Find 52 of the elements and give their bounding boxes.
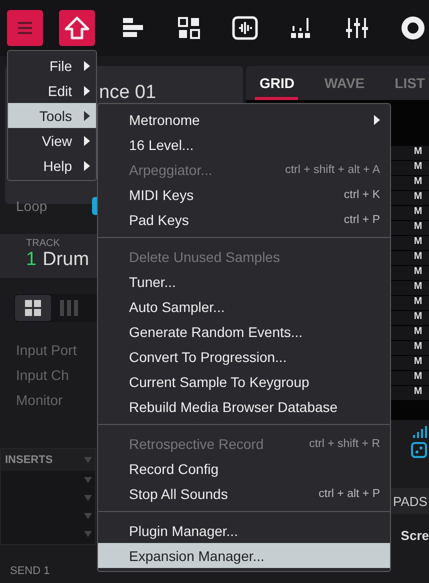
grid-icon (178, 17, 200, 39)
shortcut-label: ctrl + shift + alt + A (285, 164, 380, 176)
menu-item[interactable]: File (8, 53, 96, 78)
dice-icon[interactable] (411, 442, 427, 458)
menu-icon (17, 21, 33, 35)
menu-item[interactable]: Plugin Manager... (98, 518, 390, 543)
menu-item[interactable]: Auto Sampler... (98, 294, 390, 319)
piano-keys-icon (60, 300, 78, 316)
bars-icon (122, 17, 144, 39)
track-label: TRACK (26, 238, 61, 249)
mixer-icon (345, 17, 369, 39)
loop-toggle[interactable] (92, 197, 97, 215)
menu-item[interactable]: MIDI Keys ctrl + K (98, 182, 390, 207)
menu-item[interactable]: Tuner... (98, 269, 390, 294)
signal-icon (413, 426, 427, 438)
track-number: 1 (26, 249, 37, 271)
menu-item[interactable]: Expansion Manager... (98, 543, 390, 568)
level-meter-icon (290, 17, 312, 39)
menu-item[interactable]: Generate Random Events... (98, 319, 390, 344)
shortcut-label: ctrl + alt + P (318, 488, 380, 500)
input-label: Input Port (16, 341, 77, 360)
loop-label: Loop (16, 198, 48, 214)
disc-icon (401, 16, 425, 40)
menu-item[interactable]: 16 Level... (98, 132, 390, 157)
home-button[interactable] (59, 10, 95, 46)
menu-item[interactable]: Rebuild Media Browser Database (98, 394, 390, 419)
inserts-title: INSERTS (5, 454, 54, 466)
send-label: SEND 1 (10, 565, 51, 577)
menu-item[interactable]: Current Sample To Keygroup (98, 369, 390, 394)
menu-item[interactable]: Stop All Sounds ctrl + alt + P (98, 481, 390, 506)
menu-item[interactable]: View (8, 128, 96, 153)
menu-item[interactable]: Help (8, 153, 96, 178)
screen-label: Scre (400, 528, 429, 543)
menu-button[interactable] (7, 10, 43, 46)
shortcut-label: ctrl + P (344, 214, 380, 226)
pads-label[interactable]: PADS (393, 494, 429, 508)
menu-item[interactable]: Edit (8, 78, 96, 103)
sequence-title: nce 01 (99, 83, 156, 102)
grid-icon (25, 300, 41, 316)
menu-item[interactable]: Tools (8, 103, 96, 128)
menu-item[interactable]: Convert To Progression... (98, 344, 390, 369)
pads-view-button[interactable] (15, 295, 51, 321)
menu-item[interactable]: Metronome (98, 107, 390, 132)
mute-label[interactable]: M (411, 161, 425, 175)
track-name: Drum (42, 249, 90, 271)
menu-item[interactable]: Pad Keys ctrl + P (98, 207, 390, 232)
menu-item[interactable]: Record Config (98, 456, 390, 481)
input-label: Monitor (16, 391, 63, 410)
shortcut-label: ctrl + K (344, 188, 380, 200)
input-label: Input Ch (16, 366, 69, 385)
shortcut-label: ctrl + shift + R (309, 438, 380, 450)
waveform-icon (232, 16, 258, 40)
